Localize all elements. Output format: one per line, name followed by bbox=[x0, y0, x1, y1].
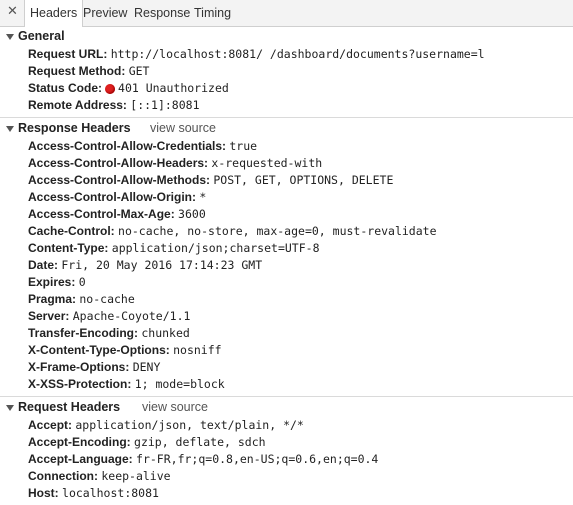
tab-headers[interactable]: Headers bbox=[24, 0, 84, 27]
response-header-row: Content-Type: application/json;charset=U… bbox=[28, 241, 320, 255]
response-header-row: Date: Fri, 20 May 2016 17:14:23 GMT bbox=[28, 258, 263, 272]
response-header-row: Cache-Control: no-cache, no-store, max-a… bbox=[28, 224, 437, 238]
general-row: Request Method: GET bbox=[28, 64, 150, 78]
status-dot-icon bbox=[105, 83, 116, 94]
section-request-headers-header[interactable]: Request Headers view source bbox=[0, 399, 573, 416]
request-header-row: Accept-Language: fr-FR,fr;q=0.8,en-US;q=… bbox=[28, 452, 379, 466]
response-view-source-link[interactable]: view source bbox=[150, 120, 216, 137]
triangle-down-icon bbox=[6, 33, 14, 40]
request-header-row: Host: localhost:8081 bbox=[28, 486, 159, 500]
response-header-row: Server: Apache-Coyote/1.1 bbox=[28, 309, 191, 323]
request-view-source-link[interactable]: view source bbox=[142, 399, 208, 416]
response-header-row: X-XSS-Protection: 1; mode=block bbox=[28, 377, 225, 391]
tab-preview[interactable]: Preview bbox=[78, 0, 132, 26]
response-header-row: Access-Control-Max-Age: 3600 bbox=[28, 207, 206, 221]
response-header-row: Expires: 0 bbox=[28, 275, 86, 289]
section-response-headers-title: Response Headers bbox=[18, 121, 131, 135]
response-header-row: Access-Control-Allow-Methods: POST, GET,… bbox=[28, 173, 394, 187]
response-header-row: Access-Control-Allow-Headers: x-requeste… bbox=[28, 156, 323, 170]
tab-timing[interactable]: Timing bbox=[189, 0, 236, 26]
response-header-row: Pragma: no-cache bbox=[28, 292, 135, 306]
section-response-headers-header[interactable]: Response Headers view source bbox=[0, 120, 573, 137]
close-icon[interactable]: ✕ bbox=[7, 4, 18, 19]
response-header-row: Transfer-Encoding: chunked bbox=[28, 326, 190, 340]
tab-response[interactable]: Response bbox=[129, 0, 195, 26]
response-header-row: Access-Control-Allow-Origin: * bbox=[28, 190, 207, 204]
response-header-row: Access-Control-Allow-Credentials: true bbox=[28, 139, 258, 153]
response-header-row: X-Content-Type-Options: nosniff bbox=[28, 343, 222, 357]
response-header-row: X-Frame-Options: DENY bbox=[28, 360, 161, 374]
request-header-row: Accept-Encoding: gzip, deflate, sdch bbox=[28, 435, 266, 449]
section-divider bbox=[0, 117, 573, 118]
request-header-row: Accept: application/json, text/plain, */… bbox=[28, 418, 304, 432]
section-general-header[interactable]: General bbox=[0, 28, 65, 45]
devtools-tab-bar: ✕ Headers Preview Response Timing bbox=[0, 0, 573, 27]
request-header-row: Connection: keep-alive bbox=[28, 469, 171, 483]
general-row: Remote Address: [::1]:8081 bbox=[28, 98, 200, 112]
triangle-down-icon bbox=[6, 404, 14, 411]
general-row: Status Code: 401 Unauthorized bbox=[28, 81, 229, 95]
section-divider bbox=[0, 396, 573, 397]
section-general-title: General bbox=[18, 29, 65, 43]
general-row: Request URL: http://localhost:8081/ /das… bbox=[28, 47, 485, 61]
triangle-down-icon bbox=[6, 125, 14, 132]
section-request-headers-title: Request Headers bbox=[18, 400, 121, 414]
